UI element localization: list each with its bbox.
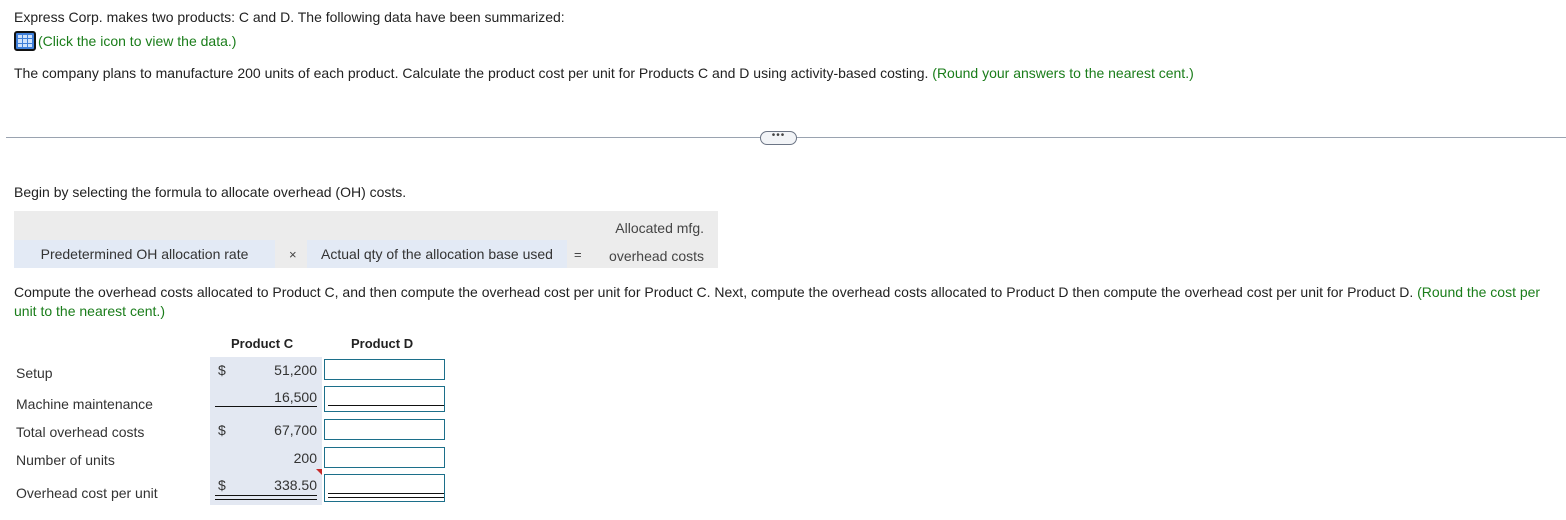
view-data-link[interactable]: (Click the icon to view the data.) [14, 31, 236, 51]
formula-equals-sign: = [574, 247, 582, 262]
total-double-underline [328, 493, 444, 498]
problem-intro: Express Corp. makes two products: C and … [14, 9, 565, 25]
currency-symbol: $ [218, 422, 226, 438]
row-label-setup: Setup [16, 365, 53, 381]
product-c-setup: 51,200 [274, 362, 317, 378]
instructions-text: The company plans to manufacture 200 uni… [14, 65, 933, 81]
instructions-hint: (Round your answers to the nearest cent.… [932, 65, 1194, 81]
header-product-c: Product C [231, 336, 294, 351]
product-c-machine-maintenance: 16,500 [274, 389, 317, 405]
currency-symbol: $ [218, 362, 226, 378]
header-product-d: Product D [351, 336, 414, 351]
product-d-setup-input[interactable] [324, 359, 445, 380]
row-label-overhead-cost-per-unit: Overhead cost per unit [16, 485, 158, 501]
product-c-number-of-units: 200 [293, 450, 317, 466]
formula-term-rate[interactable]: Predetermined OH allocation rate [14, 240, 275, 268]
formula-result-line1: Allocated mfg. [615, 220, 704, 236]
row-label-total-overhead: Total overhead costs [16, 424, 145, 440]
row-label-machine-maintenance: Machine maintenance [16, 396, 153, 412]
expand-more-button[interactable]: ••• [760, 131, 797, 145]
formula-prompt: Begin by selecting the formula to alloca… [14, 184, 407, 200]
view-data-label[interactable]: (Click the icon to view the data.) [38, 33, 236, 49]
table-grid-icon[interactable] [14, 31, 36, 51]
product-c-total-overhead: 67,700 [274, 422, 317, 438]
formula-row: Predetermined OH allocation rate × Actua… [14, 211, 718, 268]
subtotal-underline [328, 405, 444, 406]
instructions: The company plans to manufacture 200 uni… [14, 65, 1194, 81]
formula-term-qty[interactable]: Actual qty of the allocation base used [307, 240, 567, 268]
subtotal-underline [215, 406, 317, 407]
compute-text: Compute the overhead costs allocated to … [14, 284, 1418, 300]
comment-flag-icon[interactable] [316, 469, 322, 475]
total-double-underline [215, 495, 317, 500]
currency-symbol: $ [218, 477, 226, 493]
product-d-total-overhead-input[interactable] [324, 419, 445, 440]
formula-multiply-sign: × [289, 247, 297, 262]
row-label-number-of-units: Number of units [16, 452, 115, 468]
formula-result-line2: overhead costs [609, 248, 704, 264]
product-d-number-of-units-input[interactable] [324, 447, 445, 468]
compute-instructions: Compute the overhead costs allocated to … [14, 283, 1559, 321]
product-d-machine-maintenance-input[interactable] [324, 386, 445, 412]
product-c-overhead-cost-per-unit: 338.50 [274, 477, 317, 493]
